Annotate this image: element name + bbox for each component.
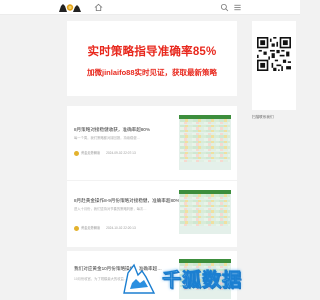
post-card[interactable]: 8月赴黄金操作8-9月份策略对接稳健，准确率超80% 进入十月份，我们坚持对节奏… (67, 181, 237, 247)
promo-banner[interactable]: 实时策略指导准确率85% 加微jinlaifo88实时见证，获取最新策略 (67, 21, 237, 96)
top-navbar (0, 0, 300, 15)
post-author[interactable]: 黄金走势解读 (81, 151, 100, 155)
post-card[interactable]: 我们对应黄金10月份策略操作，准确率超… 10月份收官，为了规模最大的收益… (67, 251, 237, 300)
post-title[interactable]: 8月策略对接稳健收获，准确率超80% (74, 127, 150, 133)
post-card[interactable]: 8月策略对接稳健收获，准确率超80% 每一个周，我们策略都对接回报，持续稳健… … (67, 106, 237, 180)
banner-subtitle: 加微jinlaifo88实时见证，获取最新策略 (86, 68, 217, 77)
home-icon[interactable] (94, 3, 103, 12)
search-icon[interactable] (220, 3, 229, 12)
qr-caption: 扫描联系我们 (252, 115, 274, 119)
post-meta: 黄金走势解读 2024-09-02 22:07:13 (74, 150, 136, 156)
post-title[interactable]: 我们对应黄金10月份策略操作，准确率超… (74, 266, 162, 272)
post-date: 2024-09-02 22:07:13 (106, 151, 136, 155)
author-avatar (74, 150, 79, 156)
post-meta: 黄金走势解读 2024-10-02 22:20:13 (74, 225, 136, 231)
menu-icon[interactable] (233, 3, 242, 12)
post-date: 2024-10-02 22:20:13 (106, 226, 136, 230)
author-avatar (74, 225, 79, 231)
qr-sidebar-card: 扫描联系我们 (252, 21, 296, 119)
post-thumbnail[interactable] (179, 115, 231, 170)
banner-title: 实时策略指导准确率85% (87, 46, 217, 58)
post-excerpt: 进入十月份，我们坚持对节奏的策略判断，每次… (74, 207, 147, 211)
site-logo[interactable] (58, 3, 82, 12)
post-thumbnail[interactable] (179, 259, 231, 299)
post-excerpt: 10月份收官，为了规模最大的收益… (74, 277, 128, 281)
post-excerpt: 每一个周，我们策略都对接回报，持续稳健… (74, 136, 140, 140)
post-thumbnail[interactable] (179, 190, 231, 234)
post-author[interactable]: 黄金走势解读 (81, 226, 100, 230)
post-title[interactable]: 8月赴黄金操作8-9月份策略对接稳健，准确率超80% (74, 198, 180, 204)
qr-code-icon (257, 37, 291, 71)
